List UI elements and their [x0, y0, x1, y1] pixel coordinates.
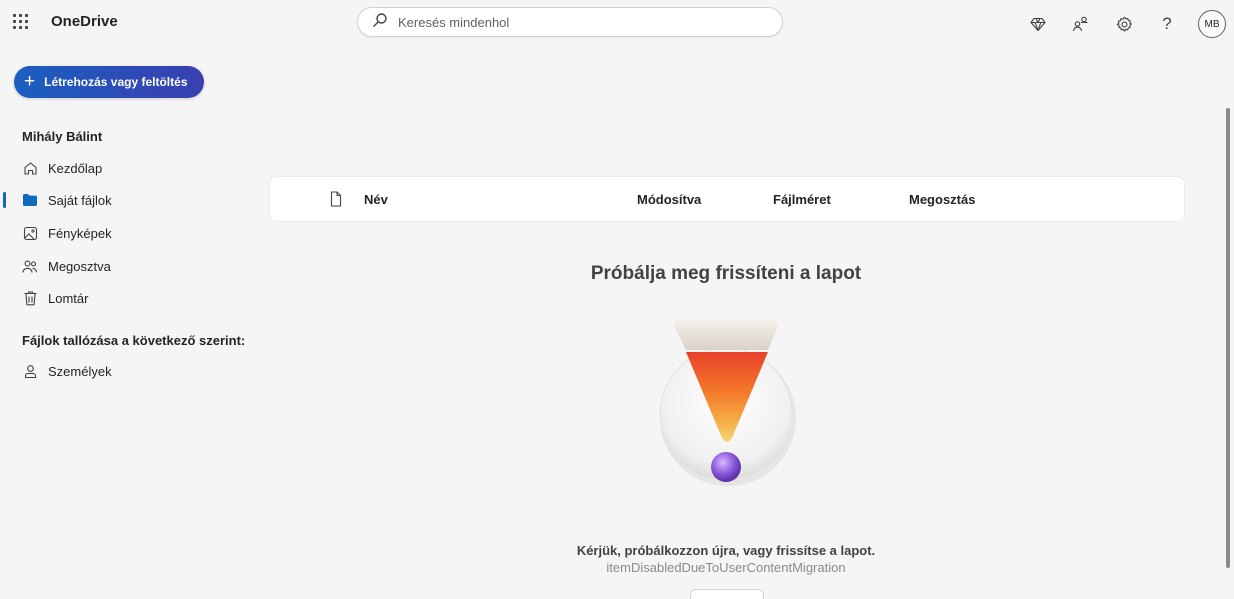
- sidebar-item-recycle-bin[interactable]: Lomtár: [0, 284, 250, 312]
- trash-icon: [22, 290, 38, 306]
- help-icon[interactable]: ?: [1155, 12, 1179, 36]
- scrollbar-thumb[interactable]: [1226, 108, 1230, 568]
- file-type-icon: [330, 191, 342, 210]
- account-avatar[interactable]: MB: [1198, 10, 1226, 38]
- search-input[interactable]: [398, 14, 758, 30]
- search-box[interactable]: [357, 7, 783, 37]
- column-sharing[interactable]: Megosztás: [909, 192, 975, 207]
- photo-icon: [22, 225, 38, 241]
- top-actions: ? MB: [1026, 10, 1226, 38]
- top-bar: OneDrive ? MB: [0, 0, 1234, 44]
- people-icon: [22, 258, 38, 274]
- sidebar-item-label: Megosztva: [48, 258, 111, 274]
- sidebar-item-label: Saját fájlok: [48, 192, 112, 208]
- sidebar-item-label: Kezdőlap: [48, 160, 103, 176]
- sidebar-item-label: Fényképek: [48, 225, 112, 241]
- app-launcher-icon[interactable]: [13, 14, 29, 30]
- sidebar-item-people[interactable]: Személyek: [0, 357, 250, 385]
- home-icon: [22, 160, 38, 176]
- browse-files-heading: Fájlok tallózása a következő szerint:: [22, 333, 246, 348]
- error-message: Kérjük, próbálkozzon újra, vagy frissíts…: [576, 543, 876, 558]
- refresh-button[interactable]: [690, 589, 764, 599]
- vertical-scrollbar[interactable]: [1222, 100, 1234, 599]
- sidebar-item-shared[interactable]: Megosztva: [0, 252, 250, 280]
- premium-diamond-icon[interactable]: [1026, 12, 1050, 36]
- column-name[interactable]: Név: [364, 192, 388, 207]
- settings-gear-icon[interactable]: [1112, 12, 1136, 36]
- sidebar-item-label: Személyek: [48, 363, 112, 379]
- sidebar-item-label: Lomtár: [48, 290, 89, 306]
- create-upload-button[interactable]: + Létrehozás vagy feltöltés: [14, 66, 204, 98]
- error-illustration: [652, 316, 802, 491]
- app-title[interactable]: OneDrive: [51, 13, 118, 30]
- create-upload-label: Létrehozás vagy feltöltés: [44, 75, 188, 89]
- sidebar-item-photos[interactable]: Fényképek: [0, 219, 250, 247]
- plus-icon: +: [24, 70, 36, 92]
- sidebar-item-home[interactable]: Kezdőlap: [0, 154, 250, 182]
- error-code: itemDisabledDueToUserContentMigration: [606, 560, 846, 575]
- folder-icon: [22, 192, 38, 208]
- sidebar-item-my-files[interactable]: Saját fájlok: [0, 186, 250, 214]
- file-list-header: Név Módosítva Fájlméret Megosztás: [269, 176, 1185, 222]
- search-icon: [372, 12, 388, 33]
- column-modified[interactable]: Módosítva: [637, 192, 701, 207]
- person-icon: [22, 363, 38, 379]
- error-title: Próbálja meg frissíteni a lapot: [590, 263, 862, 284]
- user-name-heading: Mihály Bálint: [22, 129, 103, 144]
- share-people-icon[interactable]: [1069, 12, 1093, 36]
- column-file-size[interactable]: Fájlméret: [773, 192, 831, 207]
